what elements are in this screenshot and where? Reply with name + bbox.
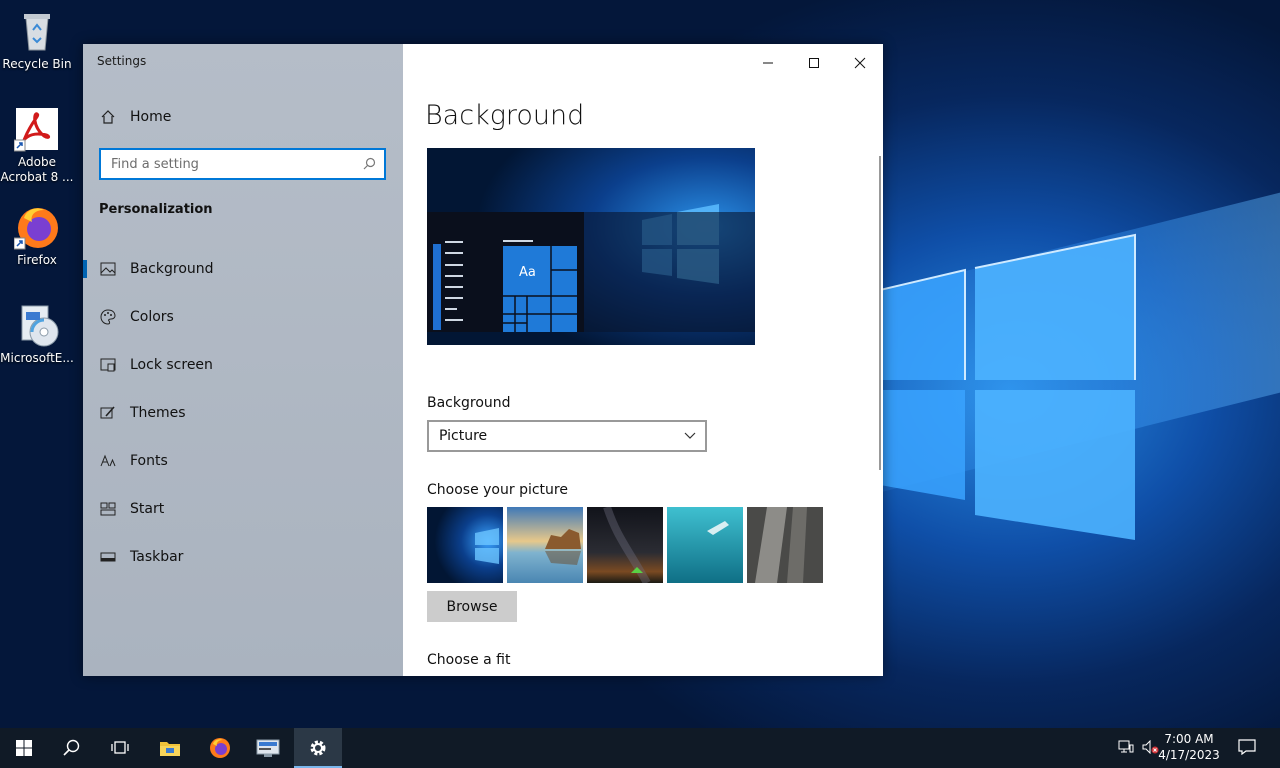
home-label: Home: [130, 109, 172, 125]
background-label: Background: [427, 395, 511, 411]
sidebar-item-taskbar[interactable]: Taskbar: [83, 537, 403, 577]
sidebar-item-label: Start: [130, 501, 165, 517]
minimize-icon: [763, 62, 773, 64]
server-manager-icon: [256, 739, 280, 757]
installer-disc-icon: [14, 302, 60, 348]
chevron-down-icon: [683, 428, 697, 445]
task-view-button[interactable]: [96, 728, 144, 768]
search-icon: [63, 739, 80, 756]
firefox-taskbar-button[interactable]: [196, 728, 244, 768]
window-title: Settings: [97, 54, 147, 68]
search-box[interactable]: [99, 148, 386, 180]
settings-sidebar: Settings Home Personalization Background: [83, 44, 403, 676]
background-preview: Aa: [427, 148, 755, 345]
close-button[interactable]: [837, 48, 883, 78]
lock-screen-icon: [100, 357, 116, 373]
home-nav-item[interactable]: Home: [83, 97, 403, 137]
picture-icon: [100, 261, 116, 277]
server-manager-taskbar-button[interactable]: [244, 728, 292, 768]
firefox-icon: [13, 204, 60, 250]
taskbar-icon: [100, 549, 116, 565]
close-icon: [854, 57, 866, 69]
sidebar-item-themes[interactable]: Themes: [83, 393, 403, 433]
home-icon: [100, 109, 116, 125]
browse-button[interactable]: Browse: [427, 591, 517, 622]
maximize-icon: [809, 58, 819, 68]
choose-fit-label: Choose a fit: [427, 652, 511, 668]
content-pane: Background Aa Background Picture Choose …: [403, 44, 883, 676]
folder-icon: [160, 742, 180, 756]
clock-time: 7:00 AM: [1164, 732, 1214, 746]
task-view-icon: [111, 741, 129, 754]
windows-start-icon: [16, 740, 32, 756]
maximize-button[interactable]: [791, 48, 837, 78]
desktop-icon-microsoft-edge-installer[interactable]: MicrosoftE...: [0, 302, 74, 366]
acrobat-icon: [13, 106, 60, 152]
sidebar-item-fonts[interactable]: Fonts: [83, 441, 403, 481]
sidebar-item-label: Lock screen: [130, 357, 213, 373]
choose-picture-label: Choose your picture: [427, 482, 568, 498]
preview-tile-text: Aa: [519, 265, 536, 280]
background-dropdown[interactable]: Picture: [427, 420, 707, 452]
file-explorer-button[interactable]: [146, 728, 194, 768]
gear-icon: [310, 740, 326, 756]
picture-thumbnail-underwater[interactable]: [667, 507, 743, 583]
page-title: Background: [425, 100, 585, 131]
sidebar-item-start[interactable]: Start: [83, 489, 403, 529]
clock-date: 4/17/2023: [1158, 748, 1220, 762]
picture-thumbnail-night-sky[interactable]: [587, 507, 663, 583]
desktop-icon-label: Firefox: [17, 253, 57, 267]
picture-thumbnail-rock-cliff[interactable]: [747, 507, 823, 583]
settings-taskbar-button[interactable]: [294, 728, 342, 768]
picture-thumbnail-beach[interactable]: [507, 507, 583, 583]
sidebar-item-label: Background: [130, 261, 214, 277]
desktop-icon-label: Recycle Bin: [2, 57, 72, 71]
sidebar-item-label: Colors: [130, 309, 174, 325]
sidebar-item-lock-screen[interactable]: Lock screen: [83, 345, 403, 385]
brush-icon: [100, 405, 116, 421]
firefox-icon: [210, 738, 230, 758]
recycle-bin-icon: [14, 8, 60, 54]
search-icon[interactable]: [363, 157, 376, 173]
taskbar-clock[interactable]: 7:00 AM 4/17/2023: [1154, 731, 1224, 763]
background-dropdown-value: Picture: [439, 428, 488, 444]
vertical-scrollbar[interactable]: [879, 156, 881, 470]
taskbar: 7:00 AM 4/17/2023: [0, 728, 1280, 768]
desktop-icon-label: Adobe Acrobat 8 ...: [0, 155, 74, 184]
windows-logo-wallpaper: [880, 233, 1136, 540]
desktop-icon-recycle-bin[interactable]: Recycle Bin: [0, 8, 74, 72]
sidebar-item-background[interactable]: Background: [83, 249, 403, 289]
sidebar-item-label: Themes: [130, 405, 186, 421]
settings-window: Settings Home Personalization Background: [83, 44, 883, 676]
network-icon[interactable]: [1118, 740, 1134, 758]
picture-thumbnail-windows[interactable]: [427, 507, 503, 583]
search-taskbar-button[interactable]: [48, 728, 96, 768]
desktop-icon-firefox[interactable]: Firefox: [0, 204, 74, 268]
desktop-icon-label: MicrosoftE...: [0, 351, 74, 365]
palette-icon: [100, 309, 116, 325]
font-icon: [100, 453, 116, 469]
sidebar-item-label: Taskbar: [130, 549, 184, 565]
action-center-icon[interactable]: [1238, 739, 1256, 759]
start-button[interactable]: [0, 728, 48, 768]
desktop-icon-adobe-acrobat[interactable]: Adobe Acrobat 8 ...: [0, 106, 74, 185]
minimize-button[interactable]: [745, 48, 791, 78]
start-icon: [100, 501, 116, 517]
section-title: Personalization: [99, 202, 213, 217]
search-input[interactable]: [111, 156, 351, 172]
sidebar-item-colors[interactable]: Colors: [83, 297, 403, 337]
sidebar-item-label: Fonts: [130, 453, 168, 469]
